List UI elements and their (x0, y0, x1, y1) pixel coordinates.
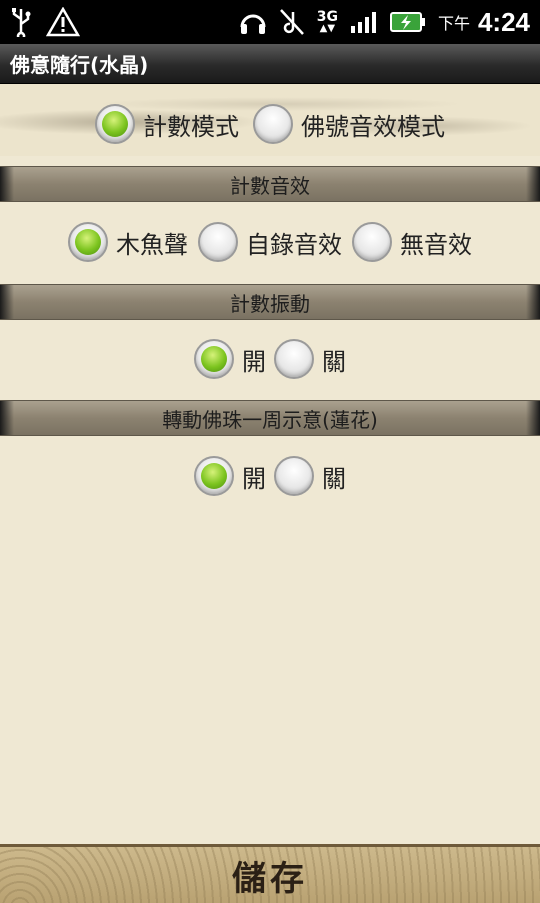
vibration-option-label: 關 (322, 347, 346, 376)
save-button[interactable]: 儲存 (232, 851, 308, 900)
headphones-icon (239, 9, 267, 35)
usb-icon (10, 7, 32, 37)
mode-option-label: 佛號音效模式 (301, 112, 445, 141)
mode-radio-group: 計數模式 佛號音效模式 (0, 104, 540, 144)
section-title: 計數音效 (230, 173, 310, 198)
rotation-option-on[interactable]: 開 (194, 456, 266, 496)
sound-option-label: 木魚聲 (116, 230, 188, 259)
section-title: 轉動佛珠一周示意(蓮花) (162, 407, 378, 432)
sound-option-woodfish[interactable]: 木魚聲 (68, 222, 188, 262)
vibration-option-label: 開 (242, 347, 266, 376)
radio-unchecked-icon[interactable] (253, 104, 293, 144)
rotation-option-label: 開 (242, 464, 266, 493)
radio-checked-icon[interactable] (68, 222, 108, 262)
mode-option-count[interactable]: 計數模式 (95, 104, 239, 144)
radio-unchecked-icon[interactable] (352, 222, 392, 262)
section-header-rotation: 轉動佛珠一周示意(蓮花) (0, 400, 540, 436)
radio-unchecked-icon[interactable] (274, 339, 314, 379)
rotation-radio-group: 開 關 (0, 456, 540, 496)
vibration-option-off[interactable]: 關 (274, 339, 346, 379)
section-header-vibration: 計數振動 (0, 284, 540, 320)
battery-icon (389, 11, 426, 33)
3g-icon: 3G ▲▼ (316, 9, 338, 34)
status-bar: 3G ▲▼ 下午 4:24 (0, 0, 540, 44)
title-bar: 佛意隨行(水晶) (0, 44, 540, 84)
clock: 4:24 (477, 6, 530, 37)
mode-option-label: 計數模式 (143, 112, 239, 141)
radio-checked-icon[interactable] (194, 456, 234, 496)
ampm-label: 下午 (437, 14, 470, 33)
section-header-sound: 計數音效 (0, 166, 540, 202)
rotation-option-off[interactable]: 關 (274, 456, 346, 496)
sound-option-none[interactable]: 無音效 (352, 222, 472, 262)
radio-checked-icon[interactable] (194, 339, 234, 379)
save-bar[interactable]: 儲存 (0, 844, 540, 903)
sound-option-recorded[interactable]: 自錄音效 (198, 222, 342, 262)
rotation-option-label: 關 (322, 464, 346, 493)
radio-unchecked-icon[interactable] (198, 222, 238, 262)
vibration-option-on[interactable]: 開 (194, 339, 266, 379)
no-sound-icon (279, 8, 305, 36)
app-title: 佛意隨行(水晶) (10, 53, 149, 77)
radio-unchecked-icon[interactable] (274, 456, 314, 496)
mode-option-chant[interactable]: 佛號音效模式 (253, 104, 445, 144)
warning-icon (46, 7, 80, 37)
section-title: 計數振動 (230, 291, 310, 316)
sound-radio-group: 木魚聲 自錄音效 無音效 (0, 222, 540, 262)
sound-option-label: 無音效 (400, 230, 472, 259)
sound-option-label: 自錄音效 (246, 230, 342, 259)
signal-icon (350, 10, 378, 34)
vibration-radio-group: 開 關 (0, 339, 540, 379)
settings-content: 計數模式 佛號音效模式 計數音效 木魚聲 自錄音效 無音效 計數振動 開 關 轉… (0, 84, 540, 844)
radio-checked-icon[interactable] (95, 104, 135, 144)
